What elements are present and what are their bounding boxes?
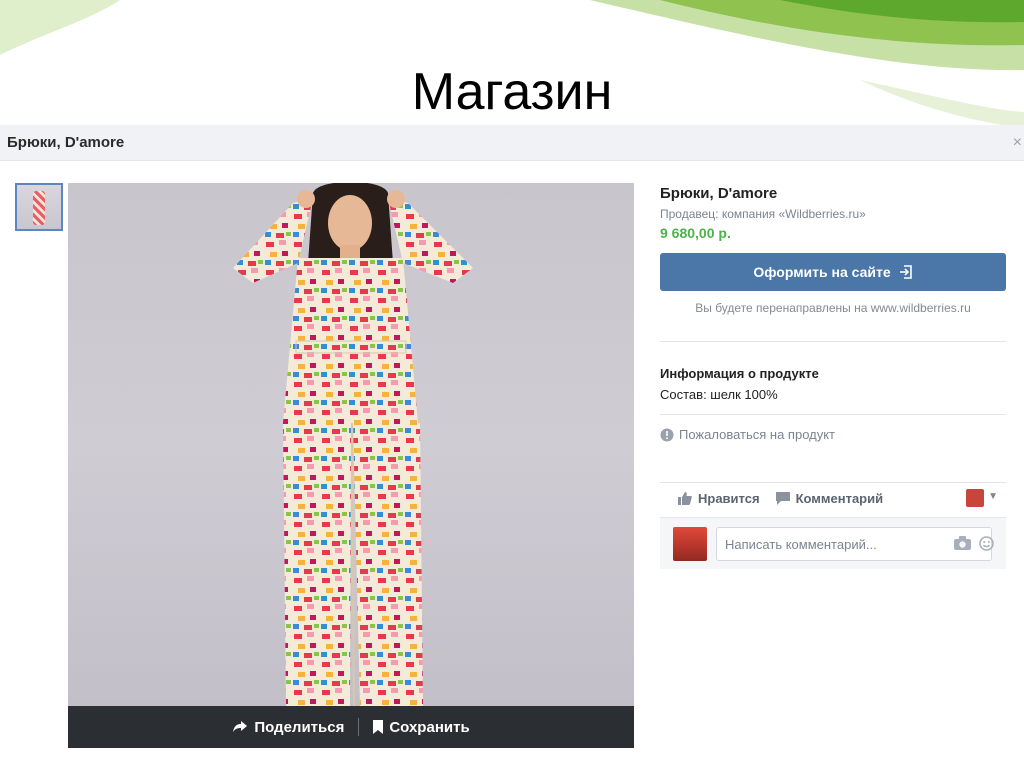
share-button[interactable]: Поделиться	[232, 719, 344, 736]
comment-composer: Написать комментарий...	[660, 517, 1006, 569]
order-on-site-button[interactable]: Оформить на сайте	[660, 253, 1006, 291]
camera-icon[interactable]	[954, 536, 971, 550]
comment-tools	[954, 536, 994, 551]
user-avatar-small[interactable]	[966, 489, 984, 507]
comment-button[interactable]: Комментарий	[775, 490, 884, 506]
comment-input[interactable]: Написать комментарий...	[716, 527, 992, 561]
section-divider	[660, 341, 1006, 342]
product-price: 9 680,00 р.	[660, 225, 731, 241]
dialog-header: Брюки, D'amore ×	[0, 125, 1024, 161]
smiley-icon[interactable]	[979, 536, 994, 551]
like-label: Нравится	[698, 490, 760, 506]
dialog-title: Брюки, D'amore	[7, 134, 125, 151]
like-button[interactable]: Нравится	[678, 491, 760, 506]
thumbnail-figure	[33, 191, 45, 225]
product-photo[interactable]	[68, 183, 634, 706]
share-label: Поделиться	[254, 718, 345, 736]
close-icon[interactable]: ×	[1013, 134, 1022, 152]
section-divider	[660, 414, 1006, 415]
report-product-link[interactable]: Пожаловаться на продукт	[660, 427, 1006, 442]
product-dialog: Брюки, D'amore × Поделиться Сохранить Бр…	[0, 125, 1024, 767]
social-section: Нравится Комментарий ▼ Написать коммента	[660, 482, 1006, 569]
bookmark-icon	[373, 720, 384, 734]
exclamation-icon	[660, 428, 674, 441]
order-button-label: Оформить на сайте	[753, 264, 891, 280]
comment-label: Комментарий	[795, 490, 884, 506]
save-button[interactable]: Сохранить	[373, 718, 470, 736]
model-figure-illustration	[233, 183, 473, 706]
speech-bubble-icon	[775, 491, 790, 505]
photo-thumbnail[interactable]	[15, 183, 63, 231]
thumbs-up-icon	[678, 491, 692, 505]
presentation-slide: Магазин Брюки, D'amore × Поделиться Сохр…	[0, 0, 1024, 767]
user-avatar	[673, 527, 707, 561]
product-composition: Состав: шелк 100%	[660, 387, 778, 402]
seller-info[interactable]: Продавец: компания «Wildberries.ru»	[660, 207, 1006, 221]
photo-action-bar: Поделиться Сохранить	[68, 706, 634, 748]
slide-title: Магазин	[411, 63, 613, 121]
product-info-title: Информация о продукте	[660, 366, 819, 381]
save-label: Сохранить	[389, 718, 470, 736]
action-divider	[358, 718, 360, 736]
report-label: Пожаловаться на продукт	[679, 427, 836, 442]
share-arrow-icon	[233, 721, 248, 732]
external-link-icon	[899, 265, 912, 279]
chevron-down-icon[interactable]: ▼	[988, 491, 998, 502]
social-actions-bar: Нравится Комментарий ▼	[660, 483, 1006, 513]
redirect-note: Вы будете перенаправлены на www.wildberr…	[695, 301, 971, 315]
product-details-panel: Брюки, D'amore Продавец: компания «Wildb…	[660, 183, 1006, 569]
product-name: Брюки, D'amore	[660, 185, 778, 202]
comment-placeholder: Написать комментарий...	[725, 536, 877, 552]
